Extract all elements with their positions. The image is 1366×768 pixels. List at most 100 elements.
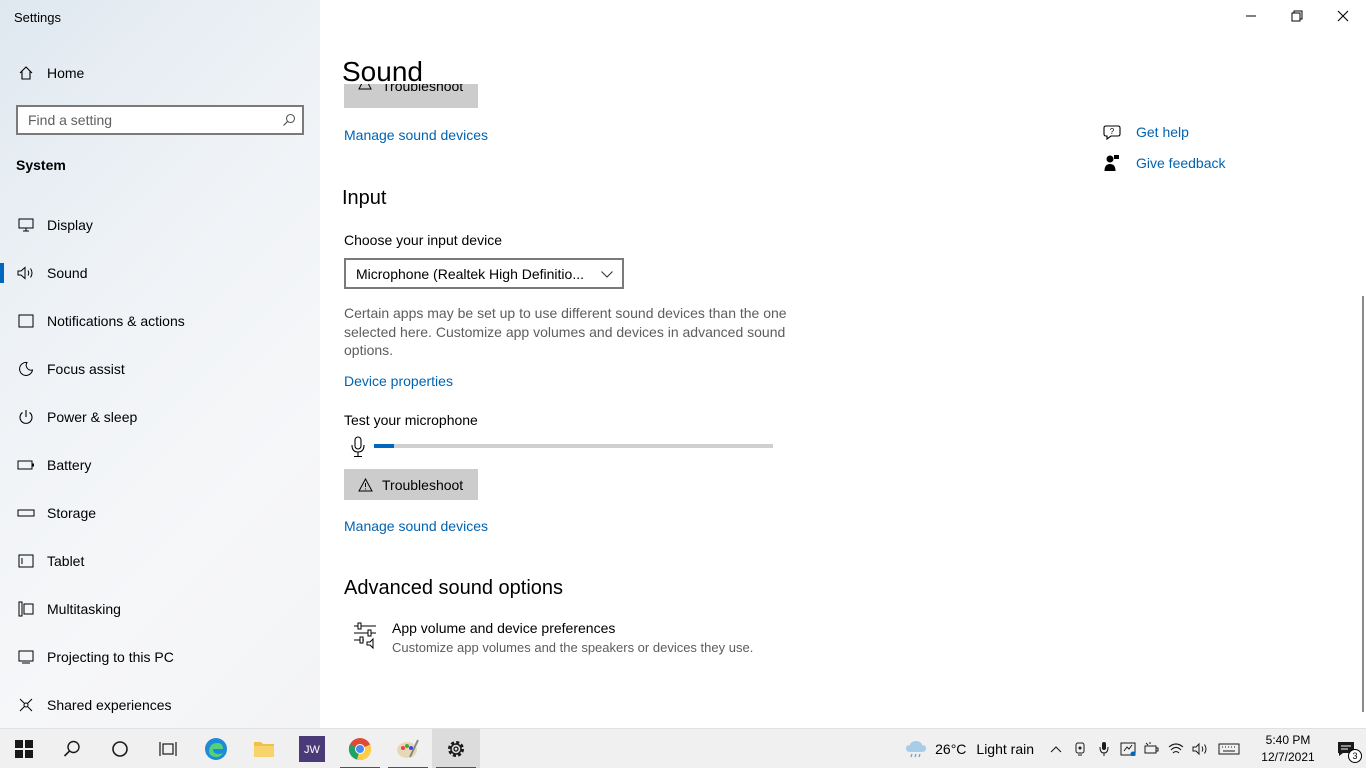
minimize-icon[interactable]: [1228, 0, 1274, 32]
taskbar: JW 26°C Light rain 5:40 PM 12/7/2021 3: [0, 728, 1366, 768]
notifications-icon: [16, 311, 36, 331]
clock[interactable]: 5:40 PM 12/7/2021: [1250, 732, 1326, 766]
sidebar-item-label: Power & sleep: [47, 409, 138, 425]
mic-level-fill: [374, 444, 394, 448]
file-explorer-button[interactable]: [240, 729, 288, 768]
mic-level-meter: [374, 444, 773, 448]
wifi-icon[interactable]: [1164, 729, 1188, 768]
scrollbar[interactable]: [1362, 296, 1364, 712]
gear-icon: [448, 741, 464, 757]
storage-icon: [16, 503, 36, 523]
tablet-icon: [16, 551, 36, 571]
warning-icon: [358, 84, 372, 93]
app-volume-preferences-link[interactable]: App volume and device preferences Custom…: [352, 620, 753, 655]
get-help-row[interactable]: ? Get help: [1102, 116, 1226, 147]
input-description: Certain apps may be set up to use differ…: [344, 305, 787, 358]
sidebar-item-label: Focus assist: [47, 361, 125, 377]
multitasking-icon: [16, 599, 36, 619]
action-center-button[interactable]: 3: [1326, 729, 1366, 768]
microphone-icon: [350, 436, 366, 458]
sidebar-item-label: Sound: [47, 265, 88, 281]
give-feedback-link[interactable]: Give feedback: [1136, 155, 1226, 171]
moon-icon: [16, 359, 36, 379]
input-device-dropdown[interactable]: Microphone (Realtek High Definitio...: [344, 258, 624, 289]
sidebar-item-label: Storage: [47, 505, 97, 521]
app-volume-title: App volume and device preferences: [392, 620, 616, 636]
sidebar-item-label: Projecting to this PC: [47, 649, 174, 665]
paint-button[interactable]: [384, 729, 432, 768]
shared-icon: [16, 695, 36, 715]
speaker-icon: [16, 263, 36, 283]
sidebar-item-display[interactable]: Display: [0, 201, 320, 249]
clock-time: 5:40 PM: [1265, 733, 1311, 747]
troubleshoot-label: Troubleshoot: [382, 476, 464, 493]
chrome-button[interactable]: [336, 729, 384, 768]
test-microphone-label: Test your microphone: [344, 412, 478, 428]
close-icon[interactable]: [1320, 0, 1366, 32]
main-content: Sound Troubleshoot Manage sound devices …: [320, 0, 1366, 728]
microphone-tray-icon[interactable]: [1092, 729, 1116, 768]
search-icon: [63, 740, 80, 757]
task-view-button[interactable]: [144, 729, 192, 768]
power-icon: [16, 407, 36, 427]
sidebar-item-notifications[interactable]: Notifications & actions: [0, 297, 320, 345]
sidebar-item-label: Tablet: [47, 553, 85, 569]
system-tray: [1044, 729, 1246, 768]
edge-button[interactable]: [192, 729, 240, 768]
warning-icon: [358, 477, 373, 492]
window-controls: [1228, 0, 1366, 32]
settings-taskbar-button[interactable]: [432, 729, 480, 768]
sidebar-item-projecting[interactable]: Projecting to this PC: [0, 633, 320, 681]
keyboard-icon[interactable]: [1212, 729, 1246, 768]
jw-library-icon: JW: [299, 736, 325, 762]
start-button[interactable]: [0, 729, 48, 768]
weather-widget[interactable]: 26°C Light rain: [905, 740, 1034, 758]
weather-desc: Light rain: [976, 741, 1034, 757]
sidebar-item-label: Shared experiences: [47, 697, 172, 713]
manage-sound-devices-output-link[interactable]: Manage sound devices: [344, 127, 488, 143]
feedback-icon: [1102, 153, 1122, 173]
sidebar-item-multitasking[interactable]: Multitasking: [0, 585, 320, 633]
chevron-up-icon[interactable]: [1044, 729, 1068, 768]
restore-icon[interactable]: [1274, 0, 1320, 32]
home-nav-item[interactable]: Home: [16, 62, 84, 84]
sidebar-item-storage[interactable]: Storage: [0, 489, 320, 537]
search-icon[interactable]: [276, 107, 302, 133]
sidebar-item-power-sleep[interactable]: Power & sleep: [0, 393, 320, 441]
cortana-button[interactable]: [96, 729, 144, 768]
edge-icon: [205, 738, 227, 760]
battery-tray-icon[interactable]: [1140, 729, 1164, 768]
sidebar-item-tablet[interactable]: Tablet: [0, 537, 320, 585]
rain-cloud-icon: [906, 741, 927, 758]
search-input[interactable]: [18, 107, 276, 133]
device-properties-link[interactable]: Device properties: [344, 373, 453, 389]
advanced-sound-heading: Advanced sound options: [344, 577, 564, 599]
troubleshoot-output-button[interactable]: Troubleshoot: [344, 84, 478, 108]
input-heading: Input: [342, 187, 387, 209]
search-box[interactable]: [16, 105, 304, 135]
sidebar-item-focus-assist[interactable]: Focus assist: [0, 345, 320, 393]
display-icon: [16, 215, 36, 235]
camera-icon[interactable]: [1068, 729, 1092, 768]
home-icon: [16, 63, 36, 83]
sidebar-item-label: Display: [47, 217, 93, 233]
sidebar-item-battery[interactable]: Battery: [0, 441, 320, 489]
folder-icon: [254, 742, 274, 757]
get-help-link[interactable]: Get help: [1136, 124, 1189, 140]
jw-library-button[interactable]: JW: [288, 729, 336, 768]
search-taskbar-button[interactable]: [48, 729, 96, 768]
paint-icon: [397, 739, 419, 758]
help-panel: ? Get help Give feedback: [1102, 116, 1226, 178]
give-feedback-row[interactable]: Give feedback: [1102, 147, 1226, 178]
sidebar-item-sound[interactable]: Sound: [0, 249, 320, 297]
projecting-icon: [16, 647, 36, 667]
clock-date: 12/7/2021: [1261, 750, 1315, 764]
meet-now-icon[interactable]: [1116, 729, 1140, 768]
cortana-icon: [112, 741, 128, 757]
section-label: System: [16, 157, 66, 173]
troubleshoot-input-button[interactable]: Troubleshoot: [344, 469, 478, 500]
sidebar: Settings Home System Display Sound Notif…: [0, 0, 320, 728]
sidebar-item-shared-experiences[interactable]: Shared experiences: [0, 681, 320, 729]
manage-sound-devices-link[interactable]: Manage sound devices: [344, 518, 488, 534]
volume-icon[interactable]: [1188, 729, 1212, 768]
